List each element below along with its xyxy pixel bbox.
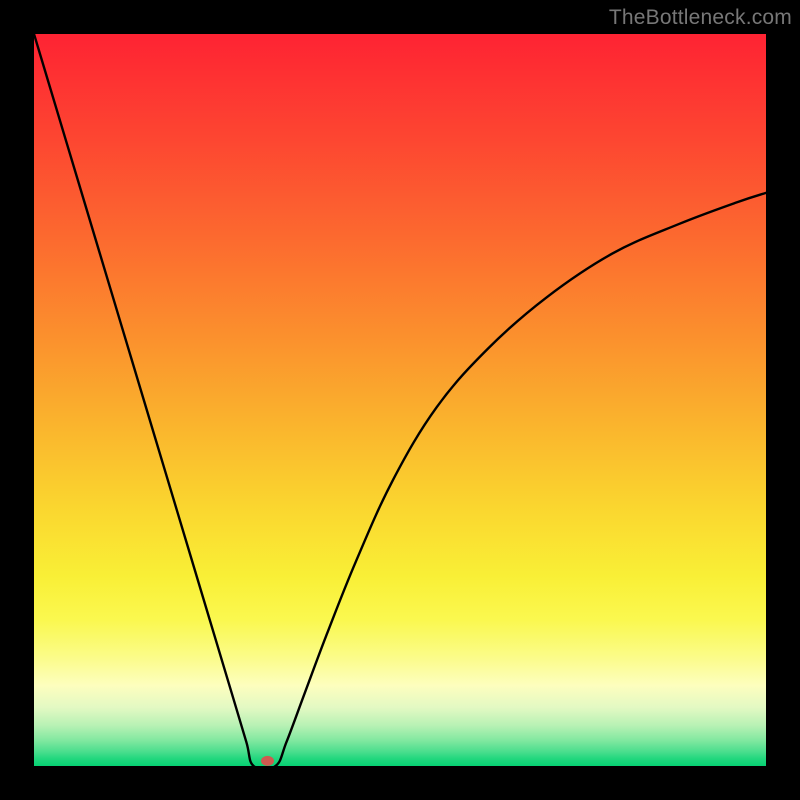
curve-layer (34, 34, 766, 766)
plot-area (34, 34, 766, 766)
chart-frame: TheBottleneck.com (0, 0, 800, 800)
bottleneck-curve (34, 34, 766, 766)
optimum-marker (261, 756, 274, 766)
watermark-text: TheBottleneck.com (609, 6, 792, 30)
